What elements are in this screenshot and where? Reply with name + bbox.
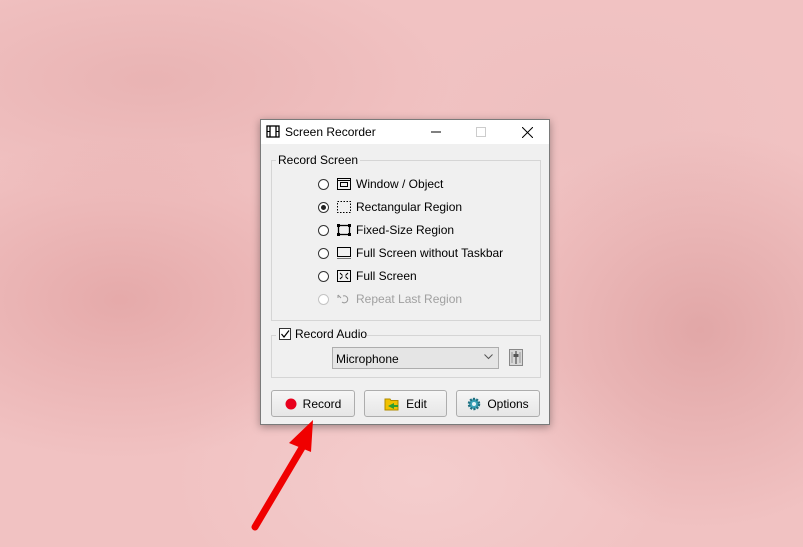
red-arrow-annotation (251, 420, 313, 531)
